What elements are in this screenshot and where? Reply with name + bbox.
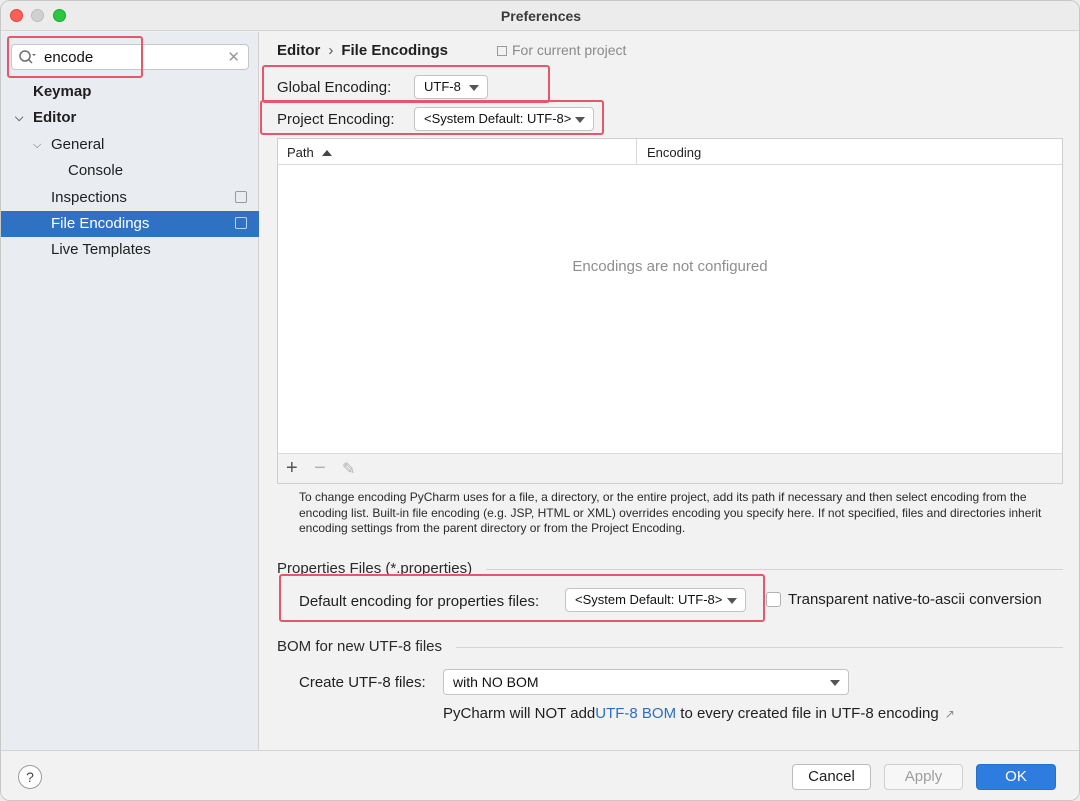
clear-search-icon[interactable]: ✕ — [227, 48, 240, 66]
annotation-highlight-project-encoding — [260, 100, 604, 135]
sidebar-item-label: General — [51, 136, 105, 153]
bom-section-title: BOM for new UTF-8 files — [277, 638, 443, 655]
scope-note-text: For current project — [512, 42, 627, 58]
breadcrumb: Editor › File Encodings — [277, 42, 448, 59]
table-empty-text: Encodings are not configured — [572, 258, 768, 275]
settings-main-panel: Editor › File Encodings For current projec… — [260, 32, 1079, 750]
transparent-native-to-ascii-label[interactable]: Transparent native-to-ascii conversion — [788, 591, 1042, 608]
sidebar-item-editor[interactable]: ⌵ Editor — [1, 105, 259, 131]
annotation-highlight-properties-encoding — [279, 574, 765, 622]
chevron-down-icon[interactable]: ⌵ — [33, 132, 41, 158]
create-utf8-files-select[interactable]: with NO BOM — [443, 669, 849, 695]
sidebar-item-general[interactable]: ⌵ General — [1, 132, 259, 158]
sidebar-item-file-encodings[interactable]: File Encodings — [1, 211, 259, 237]
annotation-highlight-global-encoding — [262, 65, 550, 103]
column-header-path[interactable]: Path — [287, 145, 332, 160]
sidebar-item-label: Console — [68, 162, 124, 179]
project-scope-icon — [235, 191, 247, 203]
sidebar-item-label: Keymap — [33, 83, 92, 100]
breadcrumb-separator: › — [328, 42, 334, 59]
encodings-table[interactable]: Path Encoding Encodings are not configur… — [277, 138, 1063, 484]
sidebar-item-label: Editor — [33, 109, 77, 126]
bom-info-suffix: to every created file in UTF-8 encoding — [676, 705, 939, 722]
sidebar-item-inspections[interactable]: Inspections — [1, 185, 259, 211]
help-button[interactable]: ? — [18, 765, 42, 789]
settings-sidebar: encode ✕ Keymap ⌵ Editor ⌵ General Conso… — [1, 32, 259, 750]
scope-note: For current project — [497, 42, 626, 58]
section-divider — [486, 569, 1063, 570]
annotation-highlight-search — [7, 36, 143, 78]
sidebar-item-label: Inspections — [51, 189, 127, 206]
add-icon[interactable]: + — [286, 458, 298, 478]
preferences-window: Preferences encode ✕ Keymap ⌵ Editor ⌵ G… — [0, 0, 1080, 801]
remove-icon[interactable]: − — [314, 458, 326, 478]
breadcrumb-parent[interactable]: Editor — [277, 42, 320, 59]
table-header: Path Encoding — [278, 139, 1062, 165]
sidebar-item-live-templates[interactable]: Live Templates — [1, 237, 259, 263]
edit-pencil-icon[interactable]: ✎ — [342, 460, 355, 480]
sidebar-item-keymap[interactable]: Keymap — [1, 79, 259, 105]
column-header-encoding[interactable]: Encoding — [647, 145, 701, 160]
title-bar: Preferences — [1, 1, 1079, 31]
bom-info-prefix: PyCharm will NOT add — [443, 705, 596, 722]
section-divider — [456, 647, 1063, 648]
chevron-down-icon[interactable]: ⌵ — [15, 105, 23, 131]
external-link-icon[interactable]: ↗ — [945, 707, 955, 721]
sort-ascending-icon — [321, 150, 332, 156]
column-header-label: Path — [287, 145, 314, 160]
transparent-native-to-ascii-checkbox[interactable] — [766, 592, 781, 607]
utf8-bom-link[interactable]: UTF-8 BOM — [595, 705, 676, 722]
create-utf8-files-value: with NO BOM — [453, 674, 539, 690]
dialog-footer: ? Cancel Apply OK — [1, 750, 1079, 800]
window-title: Preferences — [500, 8, 582, 24]
cancel-button[interactable]: Cancel — [792, 764, 871, 790]
help-text: To change encoding PyCharm uses for a fi… — [299, 490, 1042, 535]
project-scope-icon — [235, 217, 247, 229]
sidebar-item-label: Live Templates — [51, 241, 151, 258]
breadcrumb-current: File Encodings — [341, 42, 449, 59]
project-scope-icon — [497, 46, 507, 56]
table-toolbar: + − ✎ — [278, 453, 1062, 483]
chevron-down-icon — [830, 680, 840, 686]
sidebar-item-console[interactable]: Console — [1, 158, 259, 184]
apply-button[interactable]: Apply — [884, 764, 963, 790]
sidebar-item-label: File Encodings — [51, 215, 150, 232]
bom-info: PyCharm will NOT addUTF-8 BOM to every c… — [443, 705, 955, 722]
column-divider[interactable] — [636, 139, 637, 165]
create-utf8-files-label: Create UTF-8 files: — [299, 674, 426, 691]
ok-button[interactable]: OK — [976, 764, 1056, 790]
